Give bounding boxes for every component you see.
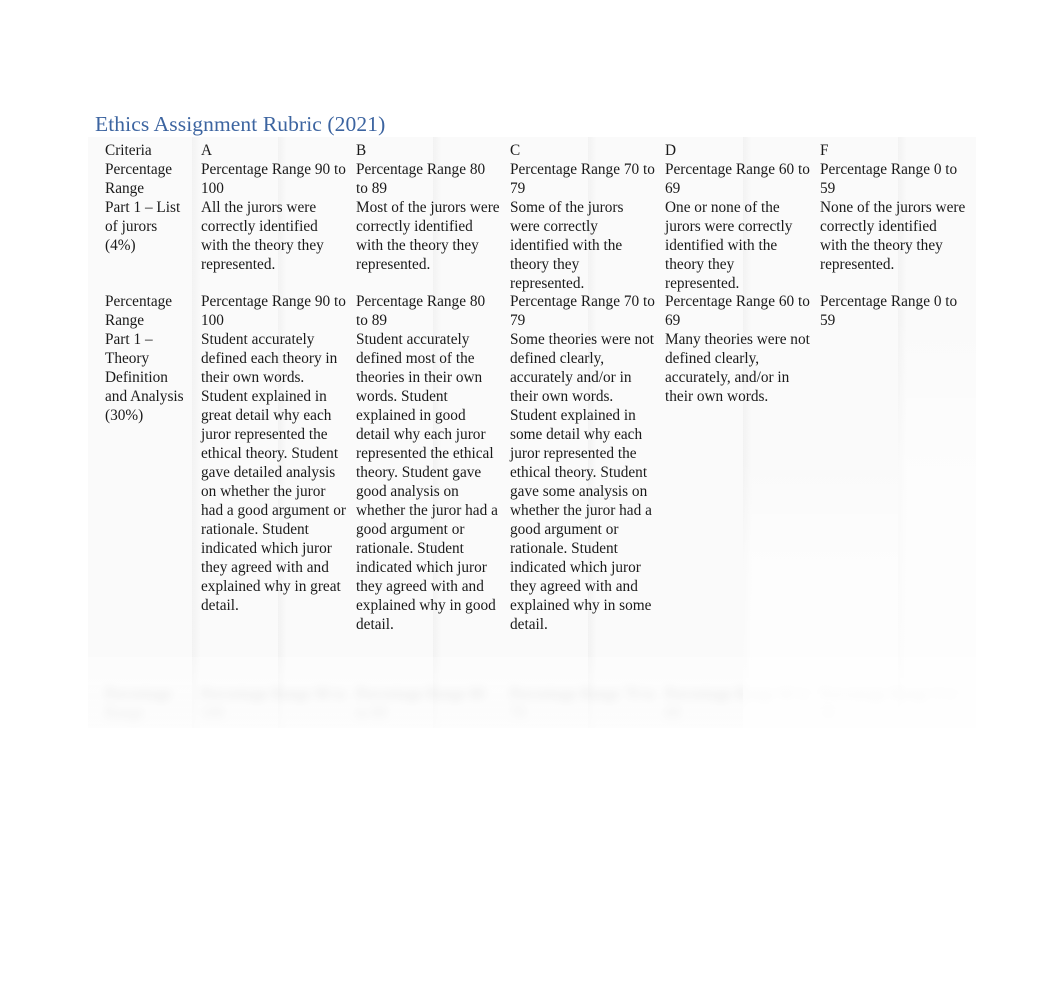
column-header-c: C xyxy=(510,142,521,159)
table-cell-grade-a: Percentage Range 90 to 100 xyxy=(201,685,356,723)
column-header-f: F xyxy=(820,142,829,159)
table-row: Percentage Range Percentage Range 90 to … xyxy=(88,685,976,723)
criterion-descriptor-d: Many theories were not defined clearly, … xyxy=(665,331,810,405)
percentage-range-d: Percentage Range 60 to 69 xyxy=(665,293,810,329)
table-cell-criteria: Percentage Range xyxy=(88,685,201,723)
table-cell-criteria: Criteria Percentage Range Part 1 – List … xyxy=(88,141,201,293)
table-cell-grade-b: Percentage Range 80 to 89 xyxy=(356,685,510,723)
page-title: Ethics Assignment Rubric (2021) xyxy=(95,112,386,136)
percentage-range-c: Percentage Range 70 to 79 xyxy=(510,293,655,329)
table-row: Criteria Percentage Range Part 1 – List … xyxy=(88,141,976,293)
table-cell-criteria: Percentage Range Part 1 – Theory Definit… xyxy=(88,292,201,634)
table-cell-grade-a: A Percentage Range 90 to 100 All the jur… xyxy=(201,141,356,293)
table-cell-grade-c: C Percentage Range 70 to 79 Some of the … xyxy=(510,141,665,293)
column-header-criteria: Criteria xyxy=(105,142,152,159)
table-cell-grade-f: Percentage Range 0 to 59 xyxy=(820,685,976,723)
column-header-d: D xyxy=(665,142,677,159)
table-cell-grade-d: Percentage Range 60 to 69 xyxy=(665,685,820,723)
criteria-percentage-range-label: Percentage Range xyxy=(105,686,173,722)
percentage-range-c: Percentage Range 70 to 79 xyxy=(510,686,655,722)
table-cell-grade-a: Percentage Range 90 to 100 Student accur… xyxy=(201,292,356,634)
percentage-range-a: Percentage Range 90 to 100 xyxy=(201,686,346,722)
criteria-percentage-range-label: Percentage Range xyxy=(105,293,173,329)
criterion-descriptor-f: None of the jurors were correctly identi… xyxy=(820,199,966,273)
criterion-descriptor-b: Most of the jurors were correctly identi… xyxy=(356,199,500,273)
table-cell-grade-c: Percentage Range 70 to 79 xyxy=(510,685,665,723)
table-cell-grade-b: B Percentage Range 80 to 89 Most of the … xyxy=(356,141,510,293)
column-header-b: B xyxy=(356,142,367,159)
percentage-range-d: Percentage Range 60 to 69 xyxy=(665,686,810,722)
rubric-table: Criteria Percentage Range Part 1 – List … xyxy=(88,137,976,728)
percentage-range-b: Percentage Range 80 to 89 xyxy=(356,293,486,329)
document-page: Ethics Assignment Rubric (2021) Criteria… xyxy=(0,0,1062,1006)
percentage-range-a: Percentage Range 90 to 100 xyxy=(201,161,346,197)
column-header-a: A xyxy=(201,142,213,159)
percentage-range-d: Percentage Range 60 to 69 xyxy=(665,161,810,197)
criterion-descriptor-c: Some theories were not defined clearly, … xyxy=(510,331,655,633)
percentage-range-f: Percentage Range 0 to 59 xyxy=(820,686,958,722)
percentage-range-c: Percentage Range 70 to 79 xyxy=(510,161,655,197)
criteria-name: Part 1 – List of jurors (4%) xyxy=(105,199,181,254)
table-cell-grade-f: Percentage Range 0 to 59 xyxy=(820,292,976,634)
criteria-name: Part 1 – Theory Definition and Analysis … xyxy=(105,331,184,424)
table-cell-grade-d: Percentage Range 60 to 69 Many theories … xyxy=(665,292,820,634)
percentage-range-a: Percentage Range 90 to 100 xyxy=(201,293,346,329)
criterion-descriptor-a: All the jurors were correctly identified… xyxy=(201,199,324,273)
table-cell-grade-f: F Percentage Range 0 to 59 None of the j… xyxy=(820,141,976,293)
table-cell-grade-b: Percentage Range 80 to 89 Student accura… xyxy=(356,292,510,634)
table-cell-grade-c: Percentage Range 70 to 79 Some theories … xyxy=(510,292,665,634)
table-cell-grade-d: D Percentage Range 60 to 69 One or none … xyxy=(665,141,820,293)
criterion-descriptor-c: Some of the jurors were correctly identi… xyxy=(510,199,624,292)
percentage-range-f: Percentage Range 0 to 59 xyxy=(820,293,958,329)
criterion-descriptor-a: Student accurately defined each theory i… xyxy=(201,331,346,614)
criterion-descriptor-b: Student accurately defined most of the t… xyxy=(356,331,498,633)
percentage-range-f: Percentage Range 0 to 59 xyxy=(820,161,958,197)
percentage-range-b: Percentage Range 80 to 89 xyxy=(356,161,486,197)
percentage-range-b: Percentage Range 80 to 89 xyxy=(356,686,486,722)
criterion-descriptor-d: One or none of the jurors were correctly… xyxy=(665,199,793,292)
criteria-percentage-range-label: Percentage Range xyxy=(105,161,173,197)
table-row: Percentage Range Part 1 – Theory Definit… xyxy=(88,292,976,634)
